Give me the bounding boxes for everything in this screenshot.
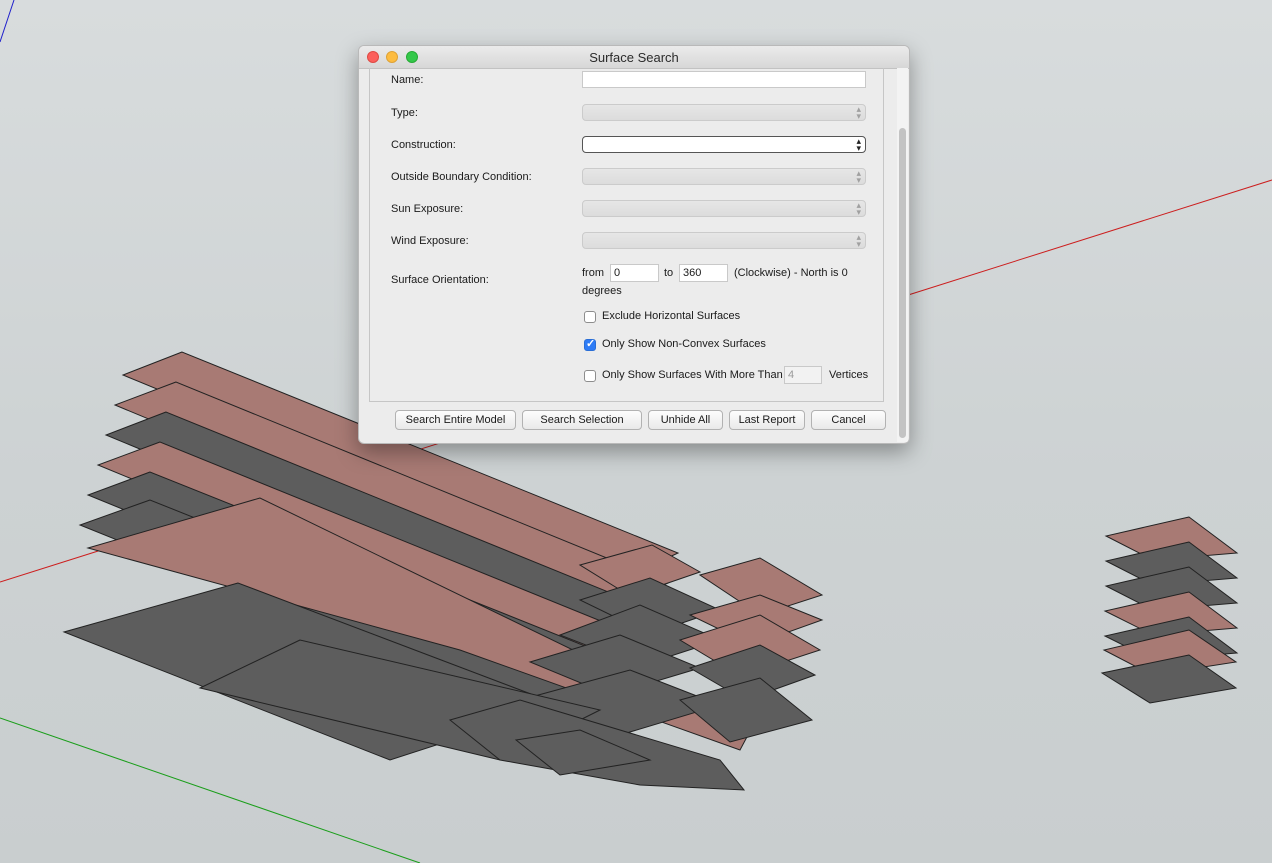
unhide-all-button[interactable]: Unhide All (648, 410, 723, 430)
axis-blue-line (0, 0, 15, 43)
select-arrows-icon: ▴ ▾ (856, 136, 861, 153)
surface-orientation-label: Surface Orientation: (391, 274, 489, 286)
exclude-horizontal-checkbox[interactable] (584, 311, 596, 323)
more-than-vertices-checkbox[interactable] (584, 370, 596, 382)
orientation-to-label: to (664, 267, 674, 279)
outside-boundary-condition-select[interactable]: ▴ ▾ (582, 168, 866, 185)
wind-exposure-label: Wind Exposure: (391, 235, 469, 247)
building-right (1100, 516, 1239, 704)
type-select[interactable]: ▴ ▾ (582, 104, 866, 121)
select-arrows-icon: ▴ ▾ (856, 104, 861, 121)
orientation-to-input[interactable]: 360 (679, 264, 728, 282)
name-label: Name: (391, 74, 424, 86)
outside-boundary-condition-label: Outside Boundary Condition: (391, 171, 532, 183)
vertices-suffix: Vertices (829, 369, 869, 381)
orientation-from-label: from (582, 267, 604, 279)
name-input[interactable] (582, 71, 866, 88)
vertices-count-input[interactable]: 4 (784, 366, 822, 384)
last-report-button[interactable]: Last Report (729, 410, 805, 430)
orientation-note: (Clockwise) - North is 0 (734, 267, 848, 279)
non-convex-label: Only Show Non-Convex Surfaces (602, 338, 766, 350)
sun-exposure-label: Sun Exposure: (391, 203, 464, 215)
orientation-from-input[interactable]: 0 (610, 264, 659, 282)
wind-exposure-select[interactable]: ▴ ▾ (582, 232, 866, 249)
exclude-horizontal-label: Exclude Horizontal Surfaces (602, 310, 741, 322)
cancel-button[interactable]: Cancel (811, 410, 886, 430)
dialog-title: Surface Search (589, 50, 679, 65)
select-arrows-icon: ▴ ▾ (856, 168, 861, 185)
more-than-vertices-label: Only Show Surfaces With More Than (602, 369, 783, 381)
non-convex-checkbox[interactable]: ✓ (584, 338, 596, 351)
search-selection-button[interactable]: Search Selection (522, 410, 642, 430)
sun-exposure-select[interactable]: ▴ ▾ (582, 200, 866, 217)
dialog-titlebar[interactable]: Surface Search (359, 46, 909, 69)
construction-select[interactable]: ▴ ▾ (582, 136, 866, 153)
checkmark-icon: ✓ (586, 338, 596, 350)
type-label: Type: (391, 107, 418, 119)
surface-search-dialog: Surface Search Name: Type: ▴ ▾ Constructi… (358, 45, 910, 444)
search-entire-model-button[interactable]: Search Entire Model (395, 410, 516, 430)
construction-label: Construction: (391, 139, 456, 151)
dialog-scrollbar-thumb[interactable] (899, 128, 906, 438)
orientation-note-degrees: degrees (582, 285, 622, 297)
select-arrows-icon: ▴ ▾ (856, 232, 861, 249)
select-arrows-icon: ▴ ▾ (856, 200, 861, 217)
